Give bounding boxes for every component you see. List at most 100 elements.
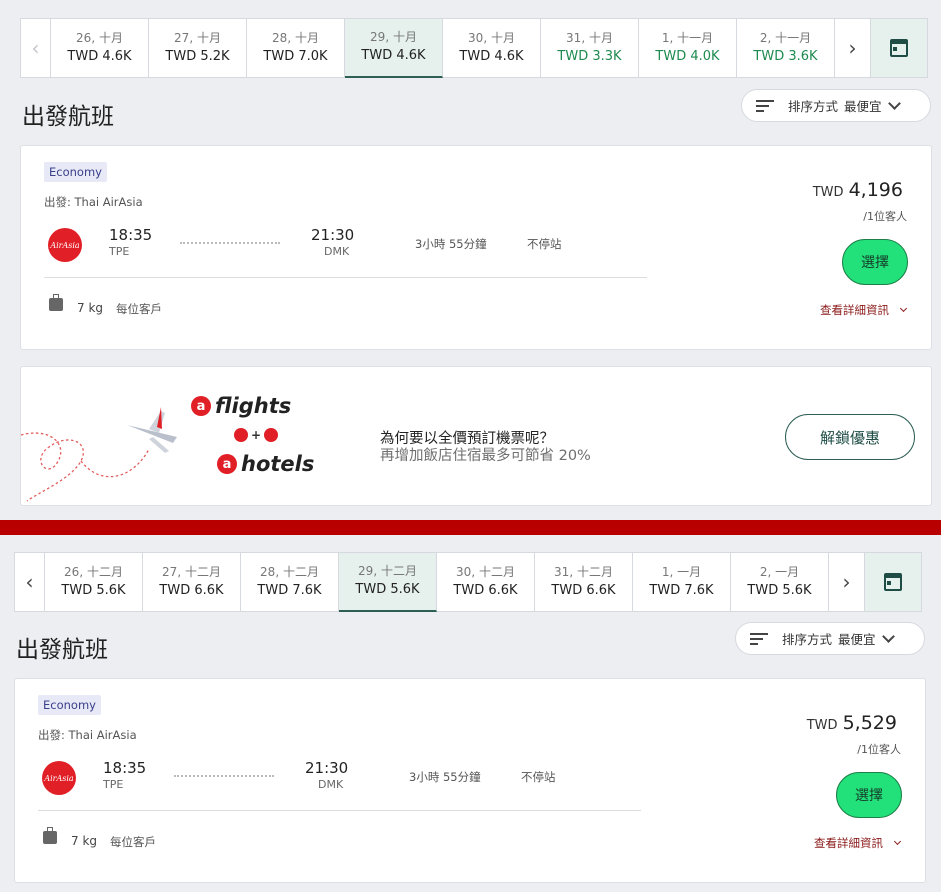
flight-duration: 3小時 55分鐘 [415, 237, 487, 251]
date-cell[interactable]: 29, 十月 TWD 4.6K [345, 18, 443, 78]
date-price: TWD 5.6K [61, 582, 126, 598]
date-cell[interactable]: 27, 十二月 TWD 6.6K [143, 552, 241, 612]
date-label: 31, 十二月 [554, 564, 613, 579]
date-cell[interactable]: 1, 十一月 TWD 4.0K [639, 18, 737, 78]
chevron-right-icon: › [842, 570, 851, 594]
card-divider [44, 277, 647, 278]
date-price: TWD 6.6K [453, 582, 518, 598]
view-details-link[interactable]: 查看詳細資訊 [820, 302, 908, 318]
next-dates-button[interactable]: › [829, 552, 865, 612]
date-cell[interactable]: 1, 一月 TWD 7.6K [633, 552, 731, 612]
carrier-name: 出發: Thai AirAsia [38, 728, 137, 742]
date-price: TWD 6.6K [159, 582, 224, 598]
baggage-per-customer: 每位客戶 [110, 835, 156, 849]
date-cell[interactable]: 31, 十二月 TWD 6.6K [535, 552, 633, 612]
date-label: 30, 十月 [468, 30, 515, 45]
date-cell[interactable]: 2, 一月 TWD 5.6K [731, 552, 829, 612]
sort-value: 最便宜 [844, 99, 882, 114]
stops-info: 不停站 [527, 237, 562, 251]
date-label: 27, 十二月 [162, 564, 221, 579]
date-cell[interactable]: 28, 十二月 TWD 7.6K [241, 552, 339, 612]
date-selector: ‹ 26, 十二月 TWD 5.6K 27, 十二月 TWD 6.6K 28, 十二月 T… [14, 552, 928, 612]
chevron-down-icon [887, 96, 901, 110]
sort-value: 最便宜 [838, 632, 876, 647]
date-list: 26, 十二月 TWD 5.6K 27, 十二月 TWD 6.6K 28, 十二月 TWD… [45, 552, 829, 612]
stops-info: 不停站 [521, 770, 556, 784]
promo-subtitle: 再增加飯店住宿最多可節省 20% [380, 448, 591, 464]
sort-dropdown[interactable]: 排序方式 最便宜 [741, 89, 931, 122]
date-cell[interactable]: 31, 十月 TWD 3.3K [541, 18, 639, 78]
panel-december: ‹ 26, 十二月 TWD 5.6K 27, 十二月 TWD 6.6K 28, 十二月 T… [0, 535, 941, 892]
arrival-airport: DMK [318, 778, 344, 791]
heart-flight-path-illustration [21, 407, 177, 502]
prev-dates-button[interactable]: ‹ [20, 18, 51, 78]
date-label: 2, 十一月 [759, 30, 812, 45]
date-cell[interactable]: 28, 十月 TWD 7.0K [247, 18, 345, 78]
date-label: 26, 十月 [76, 30, 123, 45]
date-label: 1, 十一月 [661, 30, 714, 45]
baggage-icon [43, 827, 57, 844]
date-cell[interactable]: 29, 十二月 TWD 5.6K [339, 552, 437, 612]
date-cell[interactable]: 27, 十月 TWD 5.2K [149, 18, 247, 78]
select-button[interactable]: 選擇 [842, 239, 908, 285]
date-label: 28, 十二月 [260, 564, 319, 579]
date-label: 2, 一月 [759, 564, 800, 579]
date-price: TWD 4.0K [655, 48, 720, 64]
fare-currency: TWD [812, 185, 844, 200]
chevron-left-icon: ‹ [25, 570, 34, 594]
date-label: 29, 十月 [370, 30, 417, 44]
baggage-per-customer: 每位客戶 [116, 302, 162, 316]
view-details-label: 查看詳細資訊 [814, 836, 883, 850]
car-circle-icon [264, 428, 279, 442]
date-label: 30, 十二月 [456, 564, 515, 579]
page-title: 出發航班 [22, 104, 114, 130]
date-price: TWD 5.6K [747, 582, 812, 598]
date-price: TWD 7.6K [257, 582, 322, 598]
date-cell[interactable]: 30, 十月 TWD 4.6K [443, 18, 541, 78]
plus-connector: + [231, 428, 281, 442]
select-button[interactable]: 選擇 [836, 772, 902, 818]
airplane-icon [127, 407, 177, 453]
arrival-time: 21:30 [305, 759, 349, 777]
date-label: 27, 十月 [174, 30, 221, 45]
per-passenger: /1位客人 [863, 210, 907, 223]
fare-price: TWD 4,196 [813, 179, 903, 201]
per-passenger: /1位客人 [857, 743, 901, 756]
departure-airport: TPE [109, 245, 130, 258]
card-divider [38, 810, 641, 811]
date-label: 1, 一月 [661, 564, 702, 579]
date-price: TWD 3.3K [557, 48, 622, 64]
date-cell[interactable]: 30, 十二月 TWD 6.6K [437, 552, 535, 612]
chevron-down-icon [893, 837, 902, 846]
arrival-airport: DMK [324, 245, 350, 258]
section-divider [0, 520, 941, 535]
close-circle-icon [234, 428, 248, 442]
airasia-mark-icon: a [191, 396, 211, 416]
date-price: TWD 5.6K [355, 582, 420, 597]
airasia-logo: AirAsia [42, 761, 76, 795]
date-price: TWD 6.6K [551, 582, 616, 598]
view-details-link[interactable]: 查看詳細資訊 [814, 835, 902, 851]
calendar-button[interactable] [865, 552, 922, 612]
calendar-button[interactable] [871, 18, 928, 78]
date-price: TWD 7.0K [263, 48, 328, 64]
unlock-deal-button[interactable]: 解鎖優惠 [785, 414, 915, 460]
flights-brand-text: flights [215, 394, 292, 418]
date-cell[interactable]: 26, 十月 TWD 4.6K [51, 18, 149, 78]
prev-dates-button[interactable]: ‹ [14, 552, 45, 612]
calendar-icon [884, 573, 902, 591]
date-label: 31, 十月 [566, 30, 613, 45]
date-cell[interactable]: 26, 十二月 TWD 5.6K [45, 552, 143, 612]
baggage-weight: 7 kg [77, 301, 104, 315]
flights-brand: a flights [191, 394, 291, 418]
departure-time: 18:35 [109, 226, 153, 244]
cabin-badge: Economy [38, 695, 101, 715]
next-dates-button[interactable]: › [835, 18, 871, 78]
date-cell[interactable]: 2, 十一月 TWD 3.6K [737, 18, 835, 78]
cabin-badge: Economy [44, 162, 107, 182]
sort-label: 排序方式 [788, 99, 839, 114]
sort-dropdown[interactable]: 排序方式 最便宜 [735, 622, 925, 655]
baggage-icon [49, 294, 63, 311]
date-price: TWD 4.6K [459, 48, 524, 64]
arrival-time: 21:30 [311, 226, 355, 244]
